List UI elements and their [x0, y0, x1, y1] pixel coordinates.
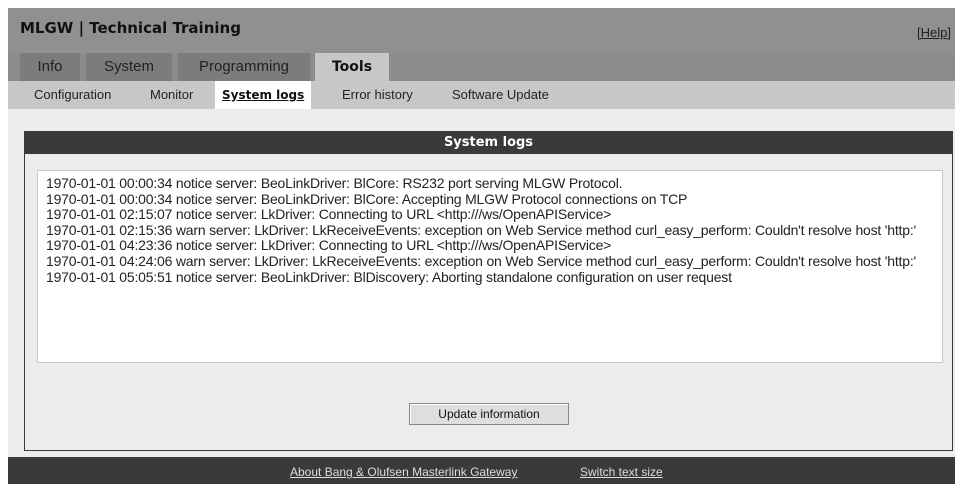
tab-tools[interactable]: Tools: [315, 53, 389, 82]
log-line: 1970-01-01 04:24:06 warn server: LkDrive…: [46, 252, 916, 269]
app-frame: MLGW | Technical Training [Help] Info Sy…: [8, 8, 955, 484]
tab-info[interactable]: Info: [20, 53, 80, 81]
subtab-error-history[interactable]: Error history: [342, 81, 413, 109]
subtab-software-update[interactable]: Software Update: [452, 81, 549, 109]
log-line: 1970-01-01 00:00:34 notice server: BeoLi…: [46, 190, 688, 207]
sub-navigation: Configuration Monitor System logs Error …: [8, 81, 955, 109]
app-title: MLGW | Technical Training: [20, 19, 241, 37]
log-line: 1970-01-01 02:15:36 warn server: LkDrive…: [46, 221, 916, 238]
subtab-configuration[interactable]: Configuration: [34, 81, 111, 109]
title-bar: MLGW | Technical Training [Help]: [8, 8, 955, 54]
tab-programming[interactable]: Programming: [178, 53, 310, 81]
log-line: 1970-01-01 04:23:36 notice server: LkDri…: [46, 237, 612, 254]
system-logs-panel: System logs 1970-01-01 00:00:34 notice s…: [24, 131, 953, 451]
log-output: 1970-01-01 00:00:34 notice server: BeoLi…: [37, 170, 943, 363]
subtab-system-logs[interactable]: System logs: [215, 81, 312, 109]
log-line: 1970-01-01 00:00:34 notice server: BeoLi…: [46, 175, 623, 191]
panel-title: System logs: [25, 132, 952, 154]
tab-system[interactable]: System: [86, 53, 172, 81]
log-line: 1970-01-01 02:15:07 notice server: LkDri…: [46, 206, 612, 223]
help-link[interactable]: [Help]: [917, 25, 951, 40]
update-information-button[interactable]: Update information: [409, 403, 569, 425]
log-line: 1970-01-01 05:05:51 notice server: BeoLi…: [46, 268, 732, 285]
footer: About Bang & Olufsen Masterlink Gateway …: [8, 457, 955, 484]
subtab-monitor[interactable]: Monitor: [150, 81, 193, 109]
about-link[interactable]: About Bang & Olufsen Masterlink Gateway: [290, 465, 517, 479]
switch-text-size-link[interactable]: Switch text size: [580, 465, 663, 479]
